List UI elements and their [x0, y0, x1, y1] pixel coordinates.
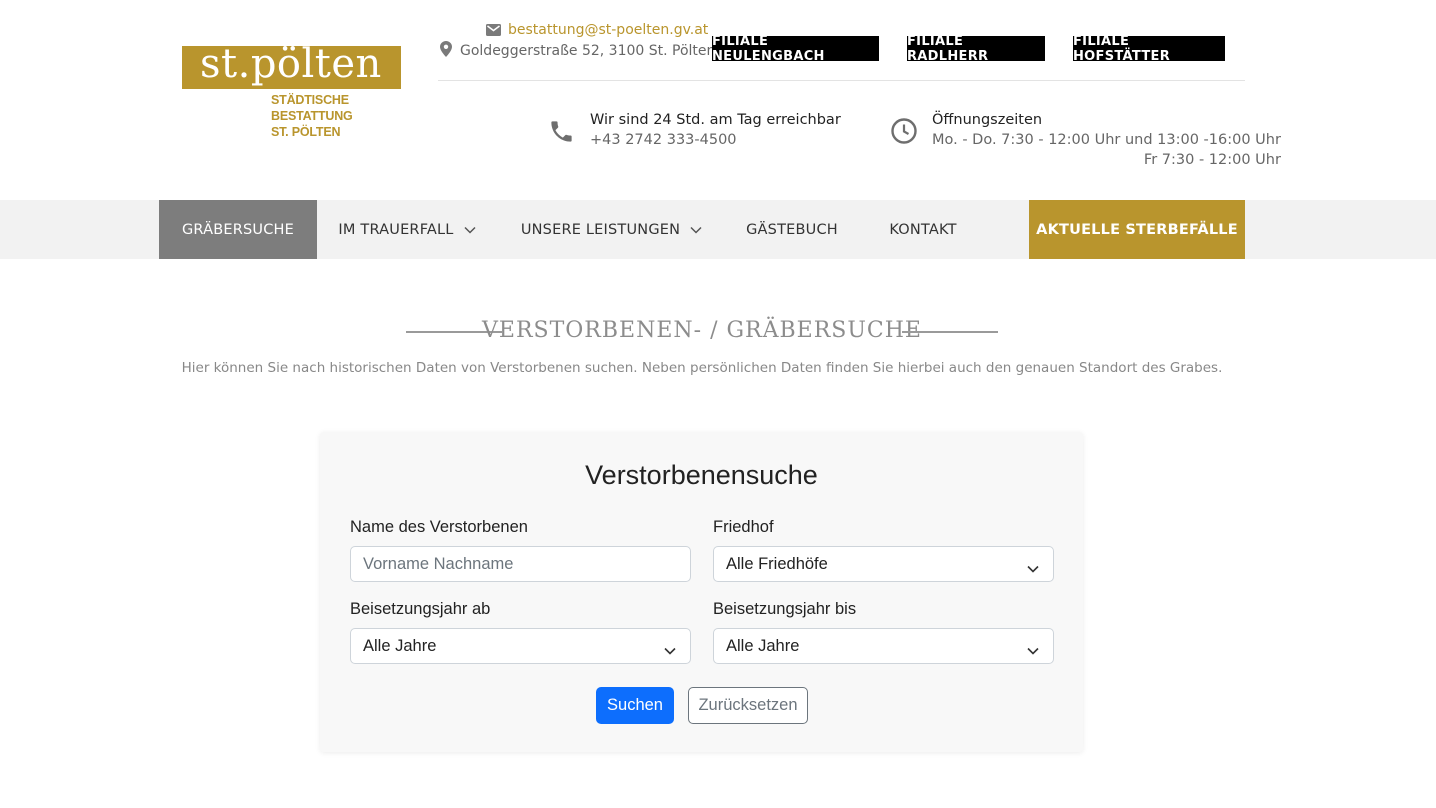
nav-item-kontakt[interactable]: KONTAKT: [876, 200, 970, 259]
nav-label: UNSERE LEISTUNGEN: [520, 221, 681, 238]
heading-rule-right: [902, 331, 998, 333]
nav-label: GÄSTEBUCH: [746, 221, 838, 238]
hours-title: Öffnungszeiten: [932, 112, 1043, 128]
chevron-down-icon: [1027, 559, 1039, 578]
name-label: Name des Verstorbenen: [350, 518, 528, 536]
nav-item-gaestebuch[interactable]: GÄSTEBUCH: [736, 200, 848, 259]
search-card: Verstorbenensuche Name des Verstorbenen …: [320, 432, 1083, 752]
address-text: Goldeggerstraße 52, 3100 St. Pölten: [460, 43, 716, 59]
logo-subtitle-line-1: STÄDTISCHE BESTATTUNG: [271, 93, 353, 123]
clock-icon: [890, 117, 918, 149]
page-title: VERSTORBENEN- / GRÄBERSUCHE: [482, 318, 922, 343]
year-from-label: Beisetzungsjahr ab: [350, 600, 491, 618]
year-to-selected-value: Alle Jahre: [726, 636, 800, 655]
year-to-label: Beisetzungsjahr bis: [713, 600, 857, 618]
year-to-select[interactable]: Alle Jahre: [713, 628, 1054, 664]
nav-label: GRÄBERSUCHE: [181, 221, 295, 238]
chevron-down-icon: [664, 641, 676, 660]
header-address: Goldeggerstraße 52, 3100 St. Pölten: [440, 41, 715, 61]
nav-item-unsere-leistungen[interactable]: UNSERE LEISTUNGEN: [514, 200, 709, 259]
phone-icon: [548, 118, 575, 149]
mail-icon: [486, 21, 501, 40]
phone-text: Wir sind 24 Std. am Tag erreichbar +43 2…: [590, 110, 841, 150]
nav-label: AKTUELLE STERBEFÄLLE: [1036, 221, 1238, 238]
nav-item-im-trauerfall[interactable]: IM TRAUERFALL: [332, 200, 482, 259]
cemetery-select[interactable]: Alle Friedhöfe: [713, 546, 1054, 582]
nav-item-graebersuche[interactable]: GRÄBERSUCHE: [159, 200, 317, 259]
phone-availability: Wir sind 24 Std. am Tag erreichbar: [590, 112, 841, 128]
location-pin-icon: [440, 41, 452, 61]
cemetery-selected-value: Alle Friedhöfe: [726, 554, 828, 573]
logo-wordmark: st.pölten: [200, 41, 382, 87]
email-link[interactable]: bestattung@st-poelten.gv.at: [508, 22, 708, 38]
logo-subtitle-line-2: ST. PÖLTEN: [271, 125, 341, 139]
year-from-selected-value: Alle Jahre: [363, 636, 437, 655]
hours-friday: Fr 7:30 - 12:00 Uhr: [1143, 152, 1281, 168]
branch-button-radlherr[interactable]: FILIALE RADLHERR: [907, 34, 1045, 64]
chevron-down-icon: [464, 226, 476, 234]
year-from-select[interactable]: Alle Jahre: [350, 628, 691, 664]
chevron-down-icon: [1027, 641, 1039, 660]
nav-label: KONTAKT: [889, 221, 957, 238]
hours-weekdays: Mo. - Do. 7:30 - 12:00 Uhr und 13:00 -16…: [932, 132, 1281, 148]
search-button[interactable]: Suchen: [596, 687, 674, 724]
name-placeholder: Vorname Nachname: [363, 554, 514, 573]
main-navigation: GRÄBERSUCHE IM TRAUERFALL UNSERE LEISTUN…: [0, 200, 1436, 259]
search-form-title: Verstorbenensuche: [585, 460, 818, 490]
cemetery-label: Friedhof: [713, 518, 774, 536]
branch-button-hofstaetter[interactable]: FILIALE HOFSTÄTTER: [1073, 34, 1225, 64]
reset-button[interactable]: Zurücksetzen: [688, 687, 808, 724]
branch-button-neulengbach[interactable]: FILIALE NEULENGBACH: [712, 34, 879, 64]
nav-item-aktuelle-sterbefaelle[interactable]: AKTUELLE STERBEFÄLLE: [1029, 200, 1245, 259]
chevron-down-icon: [690, 226, 702, 234]
logo-subtitle: STÄDTISCHE BESTATTUNG ST. PÖLTEN: [271, 92, 404, 140]
phone-number[interactable]: +43 2742 333-4500: [590, 130, 841, 150]
nav-label: IM TRAUERFALL: [338, 221, 454, 238]
header-email[interactable]: bestattung@st-poelten.gv.at: [486, 20, 708, 40]
logo[interactable]: st.pölten STÄDTISCHE BESTATTUNG ST. PÖLT…: [182, 42, 404, 139]
logo-badge: st.pölten: [182, 42, 401, 89]
section-heading: VERSTORBENEN- / GRÄBERSUCHE: [0, 312, 1436, 352]
hours-text: Öffnungszeiten Mo. - Do. 7:30 - 12:00 Uh…: [932, 110, 1281, 170]
header-divider: [438, 80, 1245, 81]
section-description: Hier können Sie nach historischen Daten …: [181, 360, 1223, 376]
name-input[interactable]: Vorname Nachname: [350, 546, 691, 582]
